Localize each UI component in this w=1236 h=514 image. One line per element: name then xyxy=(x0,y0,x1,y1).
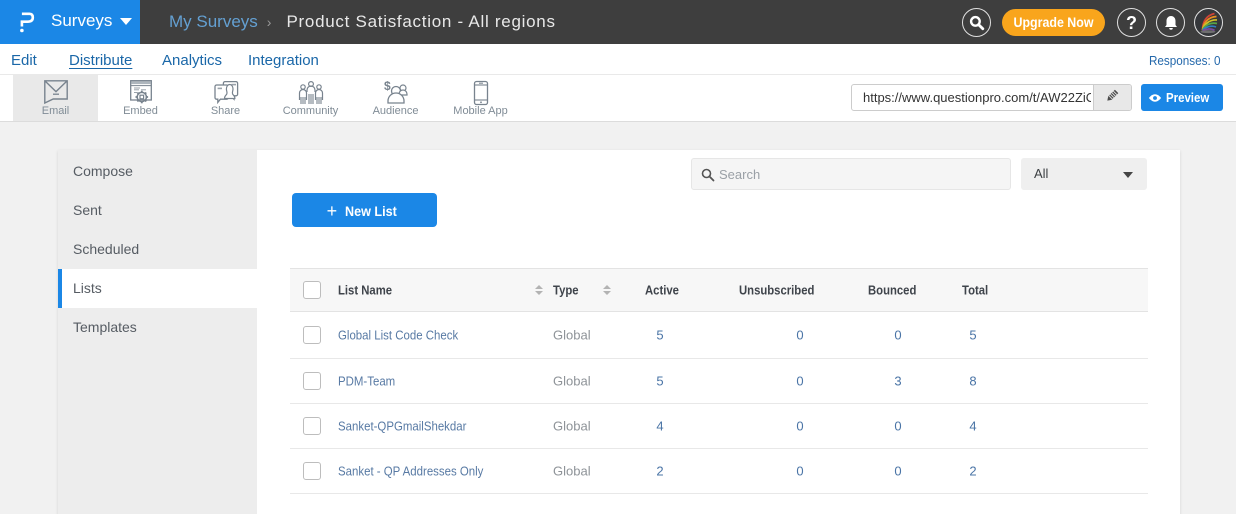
svg-text:$: $ xyxy=(384,80,391,93)
